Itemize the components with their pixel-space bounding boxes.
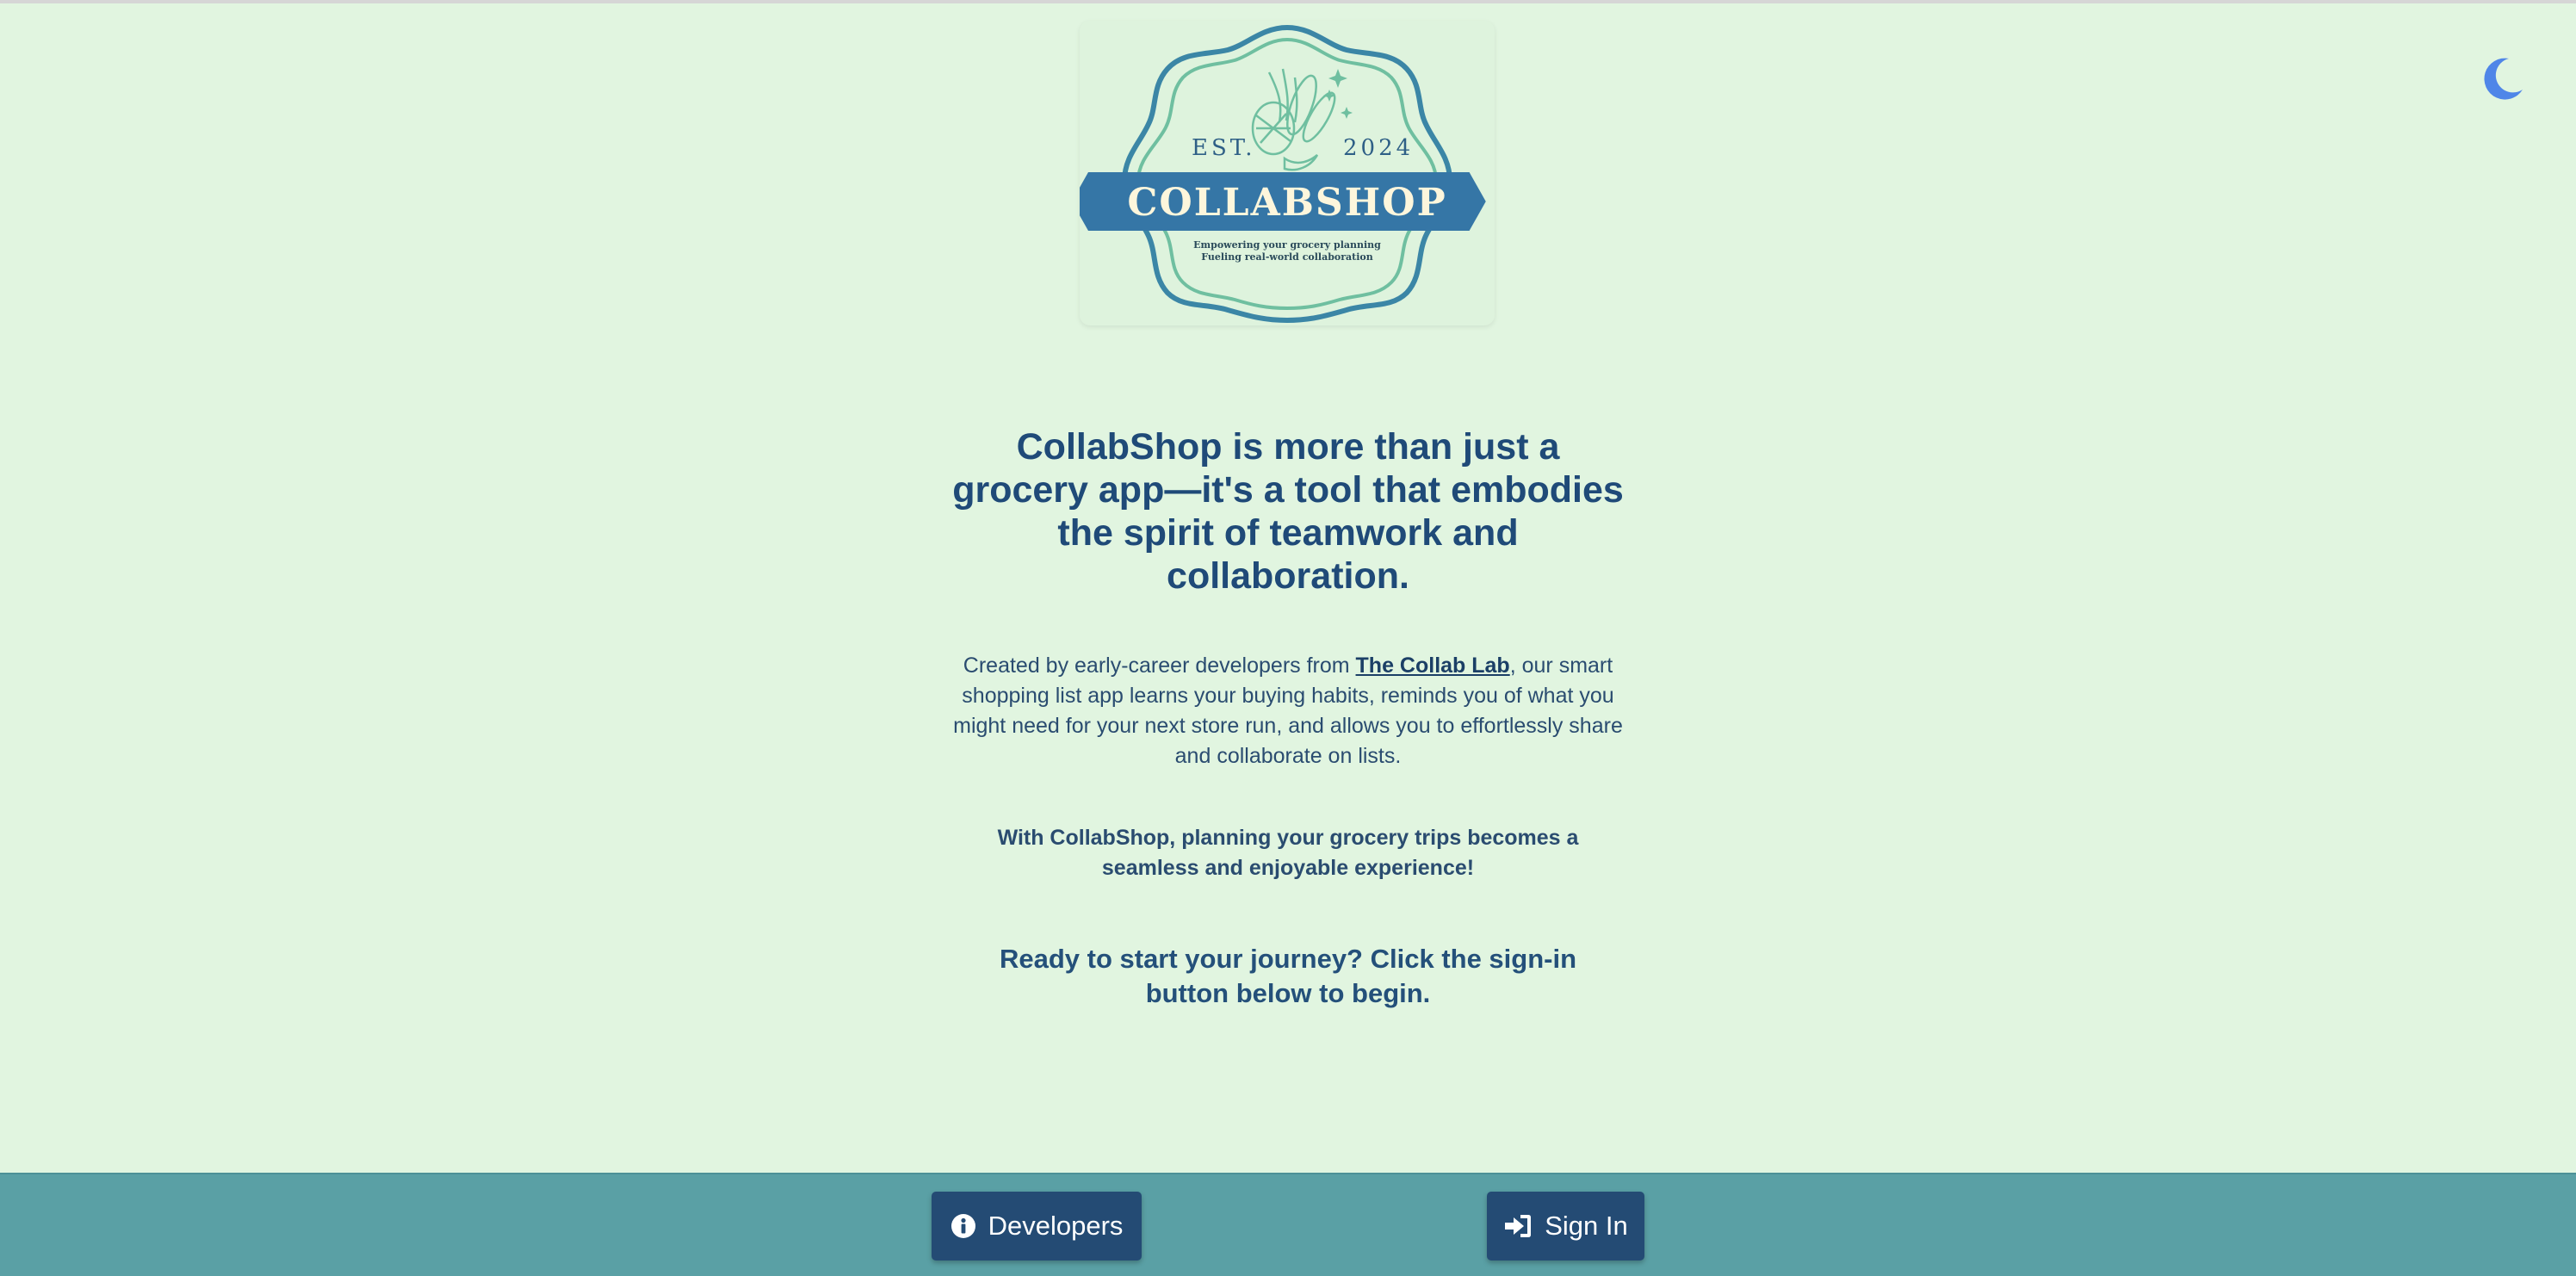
footer-bar: Developers Sign In (0, 1173, 2576, 1276)
logo-tagline-1: Empowering your grocery planning (1193, 239, 1381, 251)
hero-tagline: With CollabShop, planning your grocery t… (997, 826, 1579, 880)
sign-in-icon (1505, 1215, 1532, 1237)
sign-in-button[interactable]: Sign In (1487, 1192, 1644, 1261)
hero-description: Created by early-career developers from … (944, 651, 1632, 771)
hero-headline: CollabShop is more than just a grocery a… (952, 426, 1624, 597)
sign-in-button-label: Sign In (1545, 1211, 1628, 1241)
developers-button-label: Developers (988, 1211, 1124, 1241)
logo-est-text: EST. (1192, 135, 1256, 161)
landing-page: EST. 2024 COLLABSHOP Empowering your gro… (0, 0, 2576, 1276)
hero-description-start: Created by early-career developers from (963, 653, 1356, 678)
top-divider (0, 0, 2576, 3)
collab-lab-link[interactable]: The Collab Lab (1356, 653, 1510, 678)
theme-toggle-button[interactable] (2478, 53, 2528, 103)
logo-year-text: 2024 (1343, 135, 1414, 161)
collabshop-logo: EST. 2024 COLLABSHOP Empowering your gro… (1080, 21, 1495, 325)
hero-call-to-action: Ready to start your journey? Click the s… (999, 944, 1577, 1008)
info-circle-icon (951, 1214, 975, 1238)
logo-brand-text: COLLABSHOP (1127, 181, 1446, 225)
logo-tagline-2: Fueling real-world collaboration (1201, 251, 1373, 263)
logo-badge-graphic: EST. 2024 COLLABSHOP Empowering your gro… (1080, 24, 1486, 324)
moon-icon (2484, 58, 2523, 100)
developers-button[interactable]: Developers (932, 1192, 1142, 1261)
